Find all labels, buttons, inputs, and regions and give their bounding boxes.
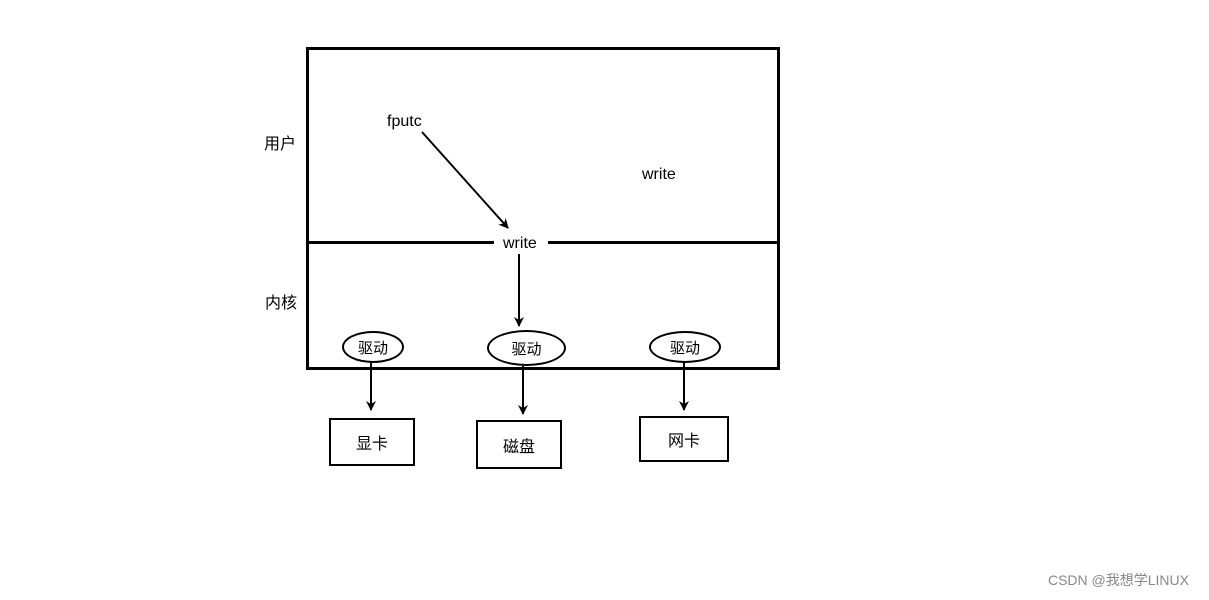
- nic-label: 网卡: [668, 427, 700, 451]
- watermark: CSDN @我想学LINUX: [1048, 570, 1189, 590]
- gpu-label: 显卡: [356, 430, 388, 454]
- disk-box: 磁盘: [476, 420, 562, 469]
- gpu-box: 显卡: [329, 418, 415, 466]
- disk-label: 磁盘: [503, 433, 535, 457]
- arrow-driver3-to-nic: [0, 0, 1209, 600]
- nic-box: 网卡: [639, 416, 729, 462]
